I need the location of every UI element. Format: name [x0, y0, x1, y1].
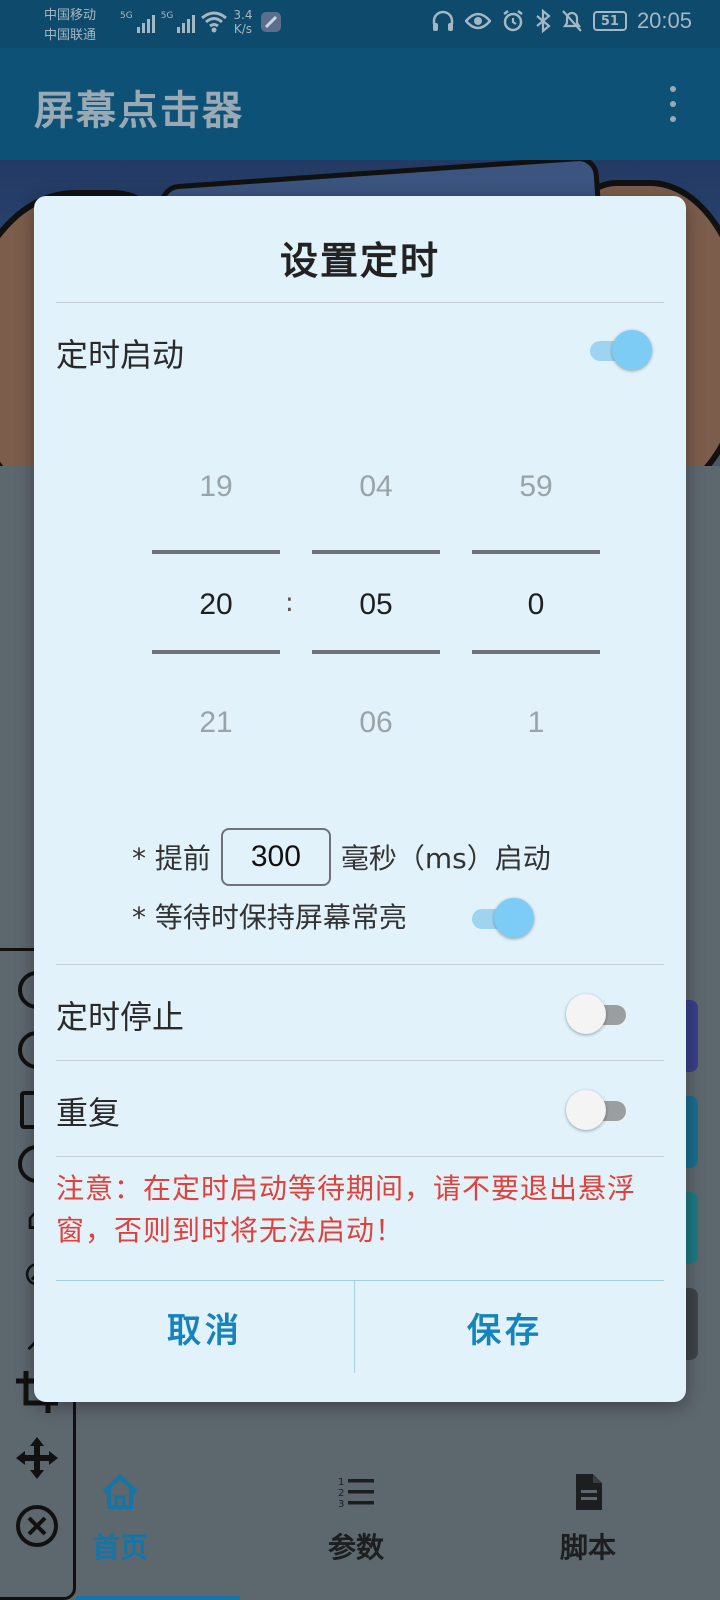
net-type-1: 5G [120, 11, 133, 21]
alarm-icon [503, 10, 523, 32]
divider [56, 1156, 664, 1157]
svg-text:2: 2 [338, 1488, 344, 1499]
repeat-label: 重复 [56, 1094, 121, 1132]
second-below[interactable]: 1 [472, 706, 600, 740]
battery-icon: 51 [592, 11, 627, 31]
hour-below[interactable]: 21 [152, 706, 280, 740]
advance-row: * 提前 300 毫秒（ms）启动 [132, 828, 551, 886]
net-type-2: 5G [160, 11, 174, 21]
dialog-buttons: 取消 保存 [56, 1280, 664, 1373]
keep-awake-label: * 等待时保持屏幕常亮 [132, 901, 407, 934]
timer-dialog: 设置定时 定时启动 19 20 21 : 04 05 06 59 0 1 * 提… [34, 196, 686, 1402]
status-bar: 中国移动 中国联通 5G 5G 3.4 K/s 51 20:05 [0, 0, 720, 48]
net-speed-value: 3.4 [233, 8, 253, 22]
minute-selected[interactable]: 05 [312, 588, 440, 622]
carrier-1: 中国移动 [44, 8, 97, 23]
eye-icon [464, 12, 491, 30]
timed-start-label: 定时启动 [56, 336, 185, 374]
second-above[interactable]: 59 [472, 470, 600, 504]
app-bar: 屏幕点击器 [0, 48, 720, 160]
card-edge-2[interactable] [684, 1096, 698, 1168]
clock: 20:05 [636, 8, 692, 33]
keep-awake-switch[interactable] [468, 898, 534, 938]
network-indicators: 5G 5G 3.4 K/s [120, 8, 283, 36]
second-selected[interactable]: 0 [472, 588, 600, 622]
card-edge-1[interactable] [684, 1000, 698, 1072]
timed-stop-switch[interactable] [566, 994, 630, 1034]
save-button[interactable]: 保存 [356, 1281, 654, 1373]
numbered-list-icon: 123 [338, 1477, 374, 1510]
hour-selected[interactable]: 20 [152, 588, 280, 622]
minute-below[interactable]: 06 [312, 706, 440, 740]
nav-params-label: 参数 [327, 1531, 384, 1564]
signal-1-icon: 5G [120, 11, 155, 33]
time-separator: : [285, 588, 294, 618]
advance-prefix: * 提前 [132, 842, 211, 875]
card-edge-4[interactable] [684, 1288, 698, 1360]
carrier-2: 中国联通 [44, 28, 97, 43]
svg-text:1: 1 [338, 1477, 344, 1488]
divider [56, 1060, 664, 1061]
bottom-nav: 首页 123 参数 脚本 [76, 1432, 720, 1600]
svg-text:3: 3 [338, 1499, 344, 1510]
timed-start-switch[interactable] [586, 330, 652, 370]
advance-suffix: 毫秒（ms）启动 [340, 842, 551, 875]
nav-active-indicator [76, 1596, 240, 1600]
signal-2-icon: 5G [161, 11, 196, 33]
timed-stop-label: 定时停止 [56, 998, 185, 1036]
home-icon [102, 1474, 138, 1509]
bluetooth-icon [536, 9, 551, 33]
warning-text: 注意：在定时启动等待期间，请不要退出悬浮窗，否则到时将无法启动！ [56, 1172, 637, 1247]
card-edge-3[interactable] [684, 1192, 698, 1264]
nav-scripts-label: 脚本 [559, 1531, 616, 1564]
carrier-labels: 中国移动 中国联通 [44, 6, 96, 46]
headphones-icon [432, 10, 454, 31]
button-separator [354, 1281, 355, 1373]
dialog-title: 设置定时 [279, 239, 440, 283]
net-speed: 3.4 K/s [233, 8, 252, 36]
app-title: 屏幕点击器 [34, 88, 244, 134]
advance-ms-input[interactable]: 300 [220, 828, 331, 886]
repeat-switch[interactable] [566, 1090, 630, 1130]
nav-params[interactable]: 123 参数 [256, 1432, 456, 1600]
nav-home-label: 首页 [91, 1531, 148, 1564]
status-icons: 51 20:05 [431, 8, 692, 34]
hour-above[interactable]: 19 [152, 470, 280, 504]
wifi-icon [201, 11, 228, 33]
more-vert-icon[interactable] [666, 86, 680, 122]
divider [56, 302, 664, 303]
net-speed-unit: K/s [233, 22, 253, 36]
minute-above[interactable]: 04 [312, 470, 440, 504]
divider [56, 964, 664, 965]
nav-home[interactable]: 首页 [20, 1432, 220, 1600]
nav-scripts[interactable]: 脚本 [488, 1432, 688, 1600]
cancel-button[interactable]: 取消 [56, 1281, 354, 1373]
app-notification-icon [260, 12, 281, 32]
document-icon [576, 1474, 602, 1510]
mute-icon [562, 10, 582, 32]
